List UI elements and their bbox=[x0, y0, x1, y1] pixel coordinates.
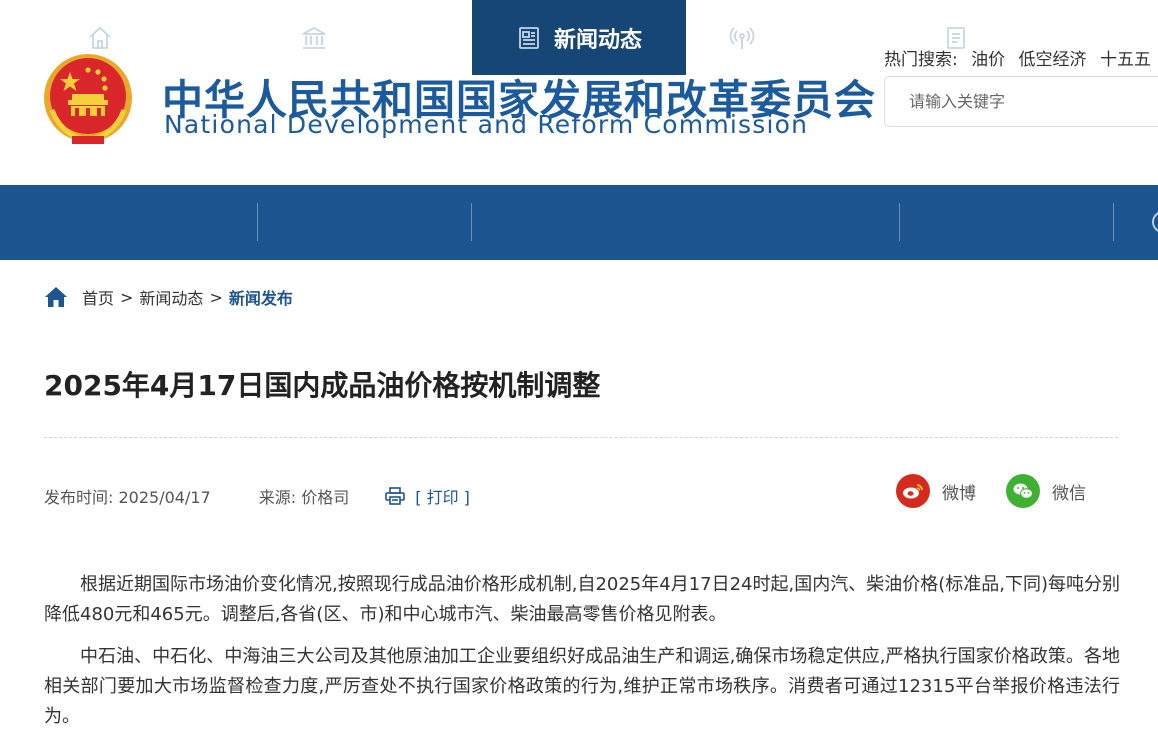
nav-item-label: 机构设置 bbox=[339, 27, 428, 53]
share-wechat-button[interactable]: 微信 bbox=[1006, 474, 1086, 508]
source-value: 价格司 bbox=[301, 488, 350, 507]
print-button[interactable]: [ 打印 ] bbox=[385, 484, 470, 508]
article-title: 2025年4月17日国内成品油价格按机制调整 bbox=[44, 369, 601, 402]
nav-item-services[interactable]: 政务服务 bbox=[900, 0, 1113, 75]
printer-icon bbox=[385, 487, 406, 505]
breadcrumb-link-home[interactable]: 首页 bbox=[82, 285, 114, 309]
building-icon bbox=[303, 26, 326, 49]
source-label: 来源: bbox=[258, 488, 297, 507]
nav-item-news[interactable]: 新闻动态 bbox=[472, 0, 686, 75]
weibo-icon bbox=[896, 474, 930, 508]
breadcrumb-separator: > bbox=[120, 287, 134, 307]
share-weibo-label: 微博 bbox=[942, 483, 976, 504]
nav-divider bbox=[1113, 203, 1114, 241]
broadcast-icon bbox=[730, 26, 755, 49]
breadcrumb-separator: > bbox=[209, 287, 223, 307]
home-icon[interactable] bbox=[44, 286, 68, 308]
main-nav bbox=[0, 185, 1158, 260]
article-source: 来源: 价格司 bbox=[259, 484, 350, 508]
nav-item-home[interactable]: 首页 bbox=[0, 0, 257, 75]
nav-item-organization[interactable]: 机构设置 bbox=[258, 0, 471, 75]
breadcrumb-link-news[interactable]: 新闻动态 bbox=[139, 285, 203, 309]
print-label: [ 打印 ] bbox=[415, 488, 470, 507]
nav-divider bbox=[471, 203, 472, 241]
document-icon bbox=[947, 26, 966, 49]
nav-item-label: 首页 bbox=[125, 27, 170, 53]
wechat-icon bbox=[1006, 474, 1040, 508]
search-box bbox=[884, 76, 1158, 127]
publish-date: 发布时间: 2025/04/17 bbox=[44, 484, 211, 508]
title-divider bbox=[44, 437, 1118, 438]
nav-divider bbox=[899, 203, 900, 241]
publish-value: 2025/04/17 bbox=[118, 488, 211, 507]
nav-item-government-affairs[interactable]: 政务公开 bbox=[686, 0, 899, 75]
share-wechat-label: 微信 bbox=[1052, 483, 1086, 504]
search-input[interactable] bbox=[885, 77, 1145, 126]
article-meta: 发布时间: 2025/04/17 来源: 价格司 [ 打印 ] bbox=[44, 484, 470, 508]
nav-item-label: 政务公开 bbox=[767, 27, 856, 53]
share-weibo-button[interactable]: 微博 bbox=[896, 474, 976, 508]
home-icon bbox=[89, 26, 112, 49]
nav-item-label: 政务服务 bbox=[981, 27, 1070, 53]
article-paragraph: 中石油、中石化、中海油三大公司及其他原油加工企业要组织好成品油生产和调运,确保市… bbox=[44, 646, 1120, 727]
site-title-english: National Development and Reform Commissi… bbox=[164, 110, 809, 139]
news-icon bbox=[519, 26, 539, 49]
more-nav-icon[interactable] bbox=[1150, 209, 1158, 235]
breadcrumb: 首页 > 新闻动态 > 新闻发布 bbox=[44, 285, 293, 309]
article-body: 根据近期国际市场油价变化情况,按照现行成品油价格形成机制,自2025年4月17日… bbox=[44, 570, 1120, 737]
nav-divider bbox=[257, 203, 258, 241]
nav-item-label: 新闻动态 bbox=[553, 27, 642, 53]
article-paragraph: 根据近期国际市场油价变化情况,按照现行成品油价格形成机制,自2025年4月17日… bbox=[44, 574, 1120, 625]
breadcrumb-current[interactable]: 新闻发布 bbox=[229, 285, 293, 309]
publish-label: 发布时间: bbox=[44, 488, 114, 507]
